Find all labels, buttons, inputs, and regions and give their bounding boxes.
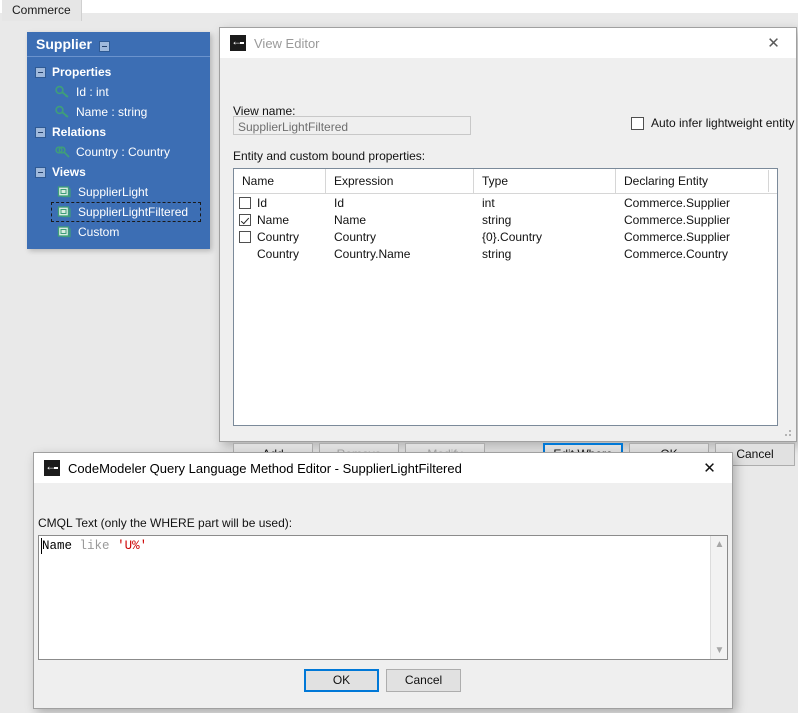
grid-column-separator: [768, 170, 769, 192]
tree-item-label: SupplierLightFiltered: [78, 205, 189, 219]
cmql-text-editor[interactable]: Name like 'U%' ▲ ▼: [38, 535, 728, 660]
grid-caption: Entity and custom bound properties:: [233, 149, 426, 163]
cell-type: int: [482, 195, 495, 210]
tree-item-name[interactable]: Name : string: [27, 102, 210, 122]
view-editor-dialog: View Editor ✕ View name: SupplierLightFi…: [219, 27, 797, 466]
grid-header-type[interactable]: Type: [474, 169, 616, 193]
tree-item-country-relation[interactable]: Country : Country: [27, 142, 210, 162]
tree-group-views[interactable]: Views: [27, 162, 210, 182]
entity-panel-header: Supplier: [27, 32, 210, 57]
minus-box-icon[interactable]: [99, 40, 111, 52]
back-arrow-app-icon: [44, 458, 60, 476]
cell-name: Id: [257, 195, 268, 210]
relation-key-icon: [55, 146, 70, 158]
close-icon[interactable]: ✕: [687, 453, 732, 483]
cell-name: Country: [257, 246, 300, 261]
cmql-title: CodeModeler Query Language Method Editor…: [68, 460, 462, 476]
tab-commerce[interactable]: Commerce: [2, 0, 82, 21]
row-checkbox-placeholder: [239, 248, 251, 260]
entity-panel-supplier: Supplier Properties Id : int Name: stri…: [27, 32, 210, 249]
tree-item-label: Country : Country: [76, 145, 171, 159]
grid-header-name[interactable]: Name: [234, 169, 326, 193]
view-editor-title: View Editor: [254, 35, 320, 51]
cell-declaring-entity: Commerce.Country: [624, 246, 729, 261]
table-row[interactable]: Country Country {0}.Country Commerce.Sup…: [234, 228, 777, 245]
tree-group-relations[interactable]: Relations: [27, 122, 210, 142]
view-icon: [57, 186, 71, 198]
grid-header-declaring-entity[interactable]: Declaring Entity: [616, 169, 777, 193]
token-string: 'U%': [117, 539, 148, 553]
tree-group-label: Relations: [52, 125, 107, 139]
cell-name: Country: [257, 229, 300, 244]
cell-expression: Name: [334, 212, 367, 227]
tree-item-supplierlight[interactable]: SupplierLight: [27, 182, 210, 202]
view-editor-body: View name: SupplierLightFiltered Auto in…: [220, 58, 796, 466]
tree-item-label: Name : string: [76, 105, 148, 119]
cmql-body: CMQL Text (only the WHERE part will be u…: [34, 483, 732, 708]
key-property-icon: [55, 85, 69, 98]
cell-name: Name: [257, 212, 290, 227]
tree-group-properties[interactable]: Properties: [27, 62, 210, 82]
cmql-method-editor-dialog: CodeModeler Query Language Method Editor…: [33, 452, 733, 709]
tree-item-label: Custom: [78, 225, 120, 239]
row-checkbox[interactable]: [239, 196, 251, 209]
auto-infer-label: Auto infer lightweight entity: [651, 116, 795, 130]
token-keyword: like: [79, 539, 110, 553]
minus-box-icon[interactable]: [35, 166, 46, 178]
cell-type: string: [482, 246, 512, 261]
tree-item-custom[interactable]: Custom: [27, 222, 210, 242]
auto-infer-checkbox-row[interactable]: Auto infer lightweight entity: [631, 116, 794, 130]
ok-button[interactable]: OK: [304, 669, 379, 692]
cell-declaring-entity: Commerce.Supplier: [624, 229, 731, 244]
resize-grip[interactable]: [781, 426, 793, 438]
minus-box-icon[interactable]: [35, 66, 46, 78]
cancel-button[interactable]: Cancel: [386, 669, 461, 692]
table-row[interactable]: Name Name string Commerce.Supplier: [234, 211, 777, 228]
back-arrow-app-icon: [230, 33, 246, 51]
tree-group-label: Views: [52, 165, 86, 179]
token-identifier: Name: [42, 539, 73, 553]
grid-body: Id Id int Commerce.Supplier Name Name st…: [234, 194, 777, 262]
grid-header-row: Name Expression Type Declaring Entity: [234, 169, 777, 194]
tree-item-label: Id : int: [76, 85, 109, 99]
view-name-input[interactable]: SupplierLightFiltered: [233, 116, 471, 135]
minus-box-icon[interactable]: [35, 126, 46, 138]
auto-infer-checkbox[interactable]: [631, 116, 644, 130]
view-editor-titlebar[interactable]: View Editor ✕: [220, 28, 796, 58]
table-row[interactable]: Country Country.Name string Commerce.Cou…: [234, 245, 777, 262]
cell-expression: Country.Name: [334, 246, 411, 261]
grid-header-expression[interactable]: Expression: [326, 169, 474, 193]
cell-declaring-entity: Commerce.Supplier: [624, 195, 731, 210]
key-property-icon: [55, 105, 69, 118]
editor-vertical-scrollbar[interactable]: ▲ ▼: [710, 536, 727, 659]
cell-declaring-entity: Commerce.Supplier: [624, 212, 731, 227]
tree-item-label: SupplierLight: [78, 185, 149, 199]
chevron-up-icon[interactable]: ▲: [711, 536, 727, 553]
cell-expression: Id: [334, 195, 345, 210]
cell-type: string: [482, 212, 512, 227]
entity-tree: Properties Id : int Name : string Relati…: [27, 57, 210, 242]
cmql-text-label: CMQL Text (only the WHERE part will be u…: [38, 516, 293, 530]
close-icon[interactable]: ✕: [751, 28, 796, 58]
row-checkbox[interactable]: [239, 230, 251, 243]
table-row[interactable]: Id Id int Commerce.Supplier: [234, 194, 777, 211]
view-icon: [57, 206, 71, 218]
tree-group-label: Properties: [52, 65, 112, 79]
properties-grid[interactable]: Name Expression Type Declaring Entity Id…: [233, 168, 778, 426]
designer-window: Commerce Supplier Properties Id : int Na…: [0, 0, 798, 713]
cell-type: {0}.Country: [482, 229, 543, 244]
tab-strip: Commerce: [0, 0, 798, 22]
row-checkbox[interactable]: [239, 213, 251, 226]
cmql-titlebar[interactable]: CodeModeler Query Language Method Editor…: [34, 453, 732, 483]
tree-item-id[interactable]: Id : int: [27, 82, 210, 102]
tree-item-supplierlightfiltered[interactable]: SupplierLightFiltered: [51, 202, 201, 222]
view-icon: [57, 226, 71, 238]
cmql-code: Name like 'U%': [42, 539, 147, 553]
entity-title: Supplier: [36, 36, 93, 52]
cell-expression: Country: [334, 229, 377, 244]
chevron-down-icon[interactable]: ▼: [711, 642, 727, 659]
